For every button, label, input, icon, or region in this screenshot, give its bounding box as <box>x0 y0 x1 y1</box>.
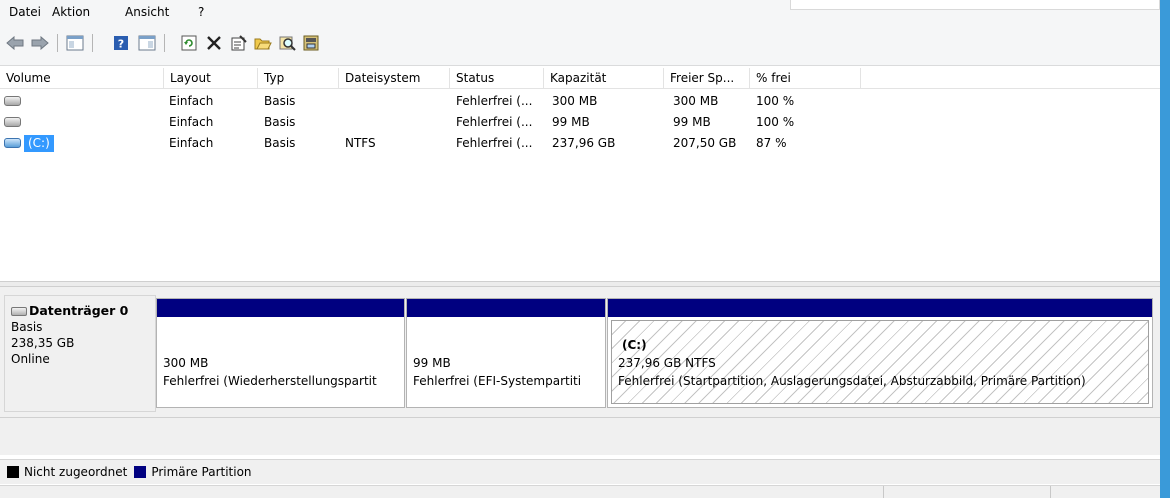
cell-layout: Einfach <box>169 136 214 150</box>
legend-swatch-primary <box>134 466 147 478</box>
svg-text:?: ? <box>118 38 124 51</box>
partition-recovery[interactable]: 300 MB Fehlerfrei (Wiederherstellungspar… <box>156 298 405 408</box>
partition-bar <box>157 299 404 317</box>
drive-icon <box>4 117 21 127</box>
legend-swatch-unallocated <box>7 466 19 478</box>
cell-kapazitaet: 300 MB <box>552 94 598 108</box>
cell-volume-selected[interactable]: (C:) <box>24 135 54 152</box>
cell-status: Fehlerfrei (... <box>456 115 533 129</box>
cell-layout: Einfach <box>169 94 214 108</box>
menu-aktion[interactable]: Aktion <box>52 4 90 20</box>
menu-help[interactable]: ? <box>198 4 204 20</box>
disk-icon <box>11 306 27 316</box>
disk-state: Online <box>11 352 50 366</box>
table-row[interactable]: Einfach Basis Fehlerfrei (... 99 MB 99 M… <box>0 112 1160 133</box>
column-header-status[interactable]: Status <box>450 68 544 89</box>
column-header-prozent-frei[interactable]: % frei <box>750 68 861 89</box>
partition-size: 99 MB <box>413 356 451 370</box>
disk-title: Datenträger 0 <box>11 303 149 319</box>
toolbar-separator <box>92 34 93 52</box>
table-row-selected[interactable]: (C:) Einfach Basis NTFS Fehlerfrei (... … <box>0 133 1160 154</box>
cell-freier-speicher: 207,50 GB <box>673 136 737 150</box>
table-row[interactable]: Einfach Basis Fehlerfrei (... 300 MB 300… <box>0 91 1160 112</box>
status-bar <box>0 485 1160 498</box>
forward-arrow-icon[interactable] <box>29 32 51 54</box>
help-icon[interactable]: ? <box>110 32 132 54</box>
column-header-volume[interactable]: Volume <box>0 68 164 89</box>
cell-prozent-frei: 87 % <box>756 136 787 150</box>
column-header-dateisystem[interactable]: Dateisystem <box>339 68 450 89</box>
column-header-freier-speicher[interactable]: Freier Sp... <box>664 68 750 89</box>
cell-prozent-frei: 100 % <box>756 94 795 108</box>
cell-typ: Basis <box>264 94 296 108</box>
disk-settings-icon[interactable] <box>301 32 323 54</box>
menu-bar: Datei Aktion Ansicht ? <box>0 0 1160 24</box>
column-header-layout[interactable]: Layout <box>164 68 258 89</box>
partition-bar <box>608 299 1152 317</box>
cell-kapazitaet: 99 MB <box>552 115 590 129</box>
divider <box>0 417 1160 418</box>
toolbar-separator <box>57 34 58 52</box>
toolbar-separator <box>164 34 165 52</box>
partition-efi[interactable]: 99 MB Fehlerfrei (EFI-Systempartiti <box>406 298 606 408</box>
delete-icon[interactable] <box>203 32 225 54</box>
window-edge-accent <box>1160 0 1170 498</box>
disk-label-panel[interactable]: Datenträger 0 Basis 238,35 GB Online <box>4 295 156 412</box>
menu-datei[interactable]: Datei <box>9 4 41 20</box>
cell-freier-speicher: 300 MB <box>673 94 719 108</box>
cell-dateisystem: NTFS <box>345 136 376 150</box>
drive-icon <box>4 96 21 106</box>
toolbar: ? <box>0 24 1160 66</box>
partition-c-selected[interactable]: (C:) 237,96 GB NTFS Fehlerfrei (Startpar… <box>607 298 1153 408</box>
cell-typ: Basis <box>264 136 296 150</box>
cell-freier-speicher: 99 MB <box>673 115 711 129</box>
drive-icon <box>4 138 21 148</box>
console-tree-icon[interactable] <box>64 32 86 54</box>
partition-size: 237,96 GB NTFS <box>618 356 716 370</box>
properties-pane-icon[interactable] <box>136 32 158 54</box>
title-area-box <box>790 0 1160 10</box>
legend: Nicht zugeordnet Primäre Partition <box>0 459 1160 484</box>
back-arrow-icon[interactable] <box>4 32 26 54</box>
menu-ansicht[interactable]: Ansicht <box>125 4 169 20</box>
partition-status: Fehlerfrei (Startpartition, Auslagerungs… <box>618 374 1086 388</box>
cell-layout: Einfach <box>169 115 214 129</box>
properties-icon[interactable] <box>228 32 250 54</box>
column-headers: Volume Layout Typ Dateisystem Status Kap… <box>0 68 1160 89</box>
column-header-kapazitaet[interactable]: Kapazität <box>544 68 664 89</box>
partition-name: (C:) <box>622 338 647 352</box>
disk-type: Basis <box>11 320 43 334</box>
column-header-typ[interactable]: Typ <box>258 68 339 89</box>
cell-status: Fehlerfrei (... <box>456 94 533 108</box>
disk-size: 238,35 GB <box>11 336 75 350</box>
legend-label-primary: Primäre Partition <box>151 465 252 479</box>
partition-status: Fehlerfrei (EFI-Systempartiti <box>413 374 582 388</box>
cell-kapazitaet: 237,96 GB <box>552 136 616 150</box>
disk-graphical-view: Datenträger 0 Basis 238,35 GB Online 300… <box>0 287 1160 455</box>
open-icon[interactable] <box>252 32 274 54</box>
explore-icon[interactable] <box>277 32 299 54</box>
partition-size: 300 MB <box>163 356 209 370</box>
volume-list: Volume Layout Typ Dateisystem Status Kap… <box>0 68 1160 281</box>
status-pane <box>883 486 1050 498</box>
refresh-icon[interactable] <box>178 32 200 54</box>
cell-prozent-frei: 100 % <box>756 115 795 129</box>
cell-typ: Basis <box>264 115 296 129</box>
cell-status: Fehlerfrei (... <box>456 136 533 150</box>
disk-title-text: Datenträger 0 <box>29 303 129 318</box>
partition-status: Fehlerfrei (Wiederherstellungspartit <box>163 374 377 388</box>
status-pane <box>1050 486 1160 498</box>
partition-bar <box>407 299 605 317</box>
legend-label-unallocated: Nicht zugeordnet <box>24 465 128 479</box>
